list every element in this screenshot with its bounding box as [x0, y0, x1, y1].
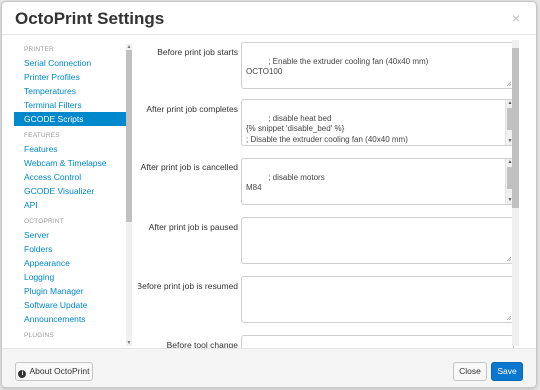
sidebar-item-server[interactable]: Server [14, 228, 132, 242]
script-label: After print job is paused [148, 222, 238, 232]
script-label: Before tool change [166, 340, 238, 348]
scroll-down-arrow-icon[interactable]: ▼ [126, 340, 132, 346]
sidebar-item-api[interactable]: API [14, 198, 132, 212]
script-text: ; disable heat bed {% snippet 'disable_b… [246, 113, 408, 144]
sidebar-item-access-control[interactable]: Access Control [14, 170, 132, 184]
dialog-body: PRINTER Serial Connection Printer Profil… [2, 36, 536, 348]
script-label: After print job completes [146, 104, 238, 114]
content-scrollbar[interactable] [512, 40, 519, 346]
nav-header-octoprint: OCTOPRINT [24, 218, 64, 225]
sidebar-item-software-update[interactable]: Software Update [14, 298, 132, 312]
sidebar-item-serial-connection[interactable]: Serial Connection [14, 56, 132, 70]
sidebar-scroll-thumb[interactable] [126, 50, 132, 222]
nav-header-features: FEATURES [24, 132, 60, 139]
dialog-title: OctoPrint Settings [15, 9, 165, 28]
sidebar-item-announcements[interactable]: Announcements [14, 312, 132, 326]
script-textarea-after-print-cancelled[interactable]: ; disable motors M84 ;disable all heater… [241, 158, 514, 205]
sidebar-item-printer-profiles[interactable]: Printer Profiles [14, 70, 132, 84]
save-button[interactable]: Save [491, 362, 523, 381]
dialog-footer: i About OctoPrint Close Save [2, 348, 536, 387]
about-label: About OctoPrint [29, 366, 90, 376]
script-textarea-before-print-starts[interactable]: ; Enable the extruder cooling fan (40x40… [241, 42, 514, 89]
sidebar-item-appearance[interactable]: Appearance [14, 256, 132, 270]
script-textarea-before-tool-change[interactable] [241, 335, 514, 348]
scripts-panel: Before print job starts ; Enable the ext… [138, 36, 532, 348]
info-circle-icon: i [18, 370, 27, 378]
script-label: After print job is cancelled [140, 162, 238, 172]
script-label: Before print job starts [157, 47, 238, 57]
close-button[interactable]: Close [453, 362, 487, 381]
sidebar-item-temperatures[interactable]: Temperatures [14, 84, 132, 98]
sidebar-item-terminal-filters[interactable]: Terminal Filters [14, 98, 132, 112]
sidebar-item-features[interactable]: Features [14, 142, 132, 156]
content-scroll-thumb[interactable] [512, 48, 519, 208]
close-icon[interactable]: × [512, 10, 520, 26]
sidebar-item-logging[interactable]: Logging [14, 270, 132, 284]
settings-sidebar: PRINTER Serial Connection Printer Profil… [14, 40, 132, 346]
nav-header-printer: PRINTER [24, 46, 54, 53]
nav-header-plugins: PLUGINS [24, 332, 54, 339]
sidebar-item-gcode-scripts[interactable]: GCODE Scripts [14, 112, 132, 126]
sidebar-item-webcam-timelapse[interactable]: Webcam & Timelapse [14, 156, 132, 170]
script-textarea-before-print-resumed[interactable] [241, 276, 514, 323]
script-text: ; disable motors M84 ;disable all heater… [246, 172, 325, 193]
sidebar-item-gcode-visualizer[interactable]: GCODE Visualizer [14, 184, 132, 198]
script-textarea-after-print-completes[interactable]: ; disable heat bed {% snippet 'disable_b… [241, 99, 514, 146]
about-octoprint-button[interactable]: i About OctoPrint [15, 362, 93, 381]
sidebar-scrollbar[interactable]: ▲ ▼ [126, 44, 132, 346]
settings-dialog: OctoPrint Settings × PRINTER Serial Conn… [1, 1, 537, 388]
sidebar-item-plugin-manager[interactable]: Plugin Manager [14, 284, 132, 298]
script-textarea-after-print-paused[interactable] [241, 217, 514, 264]
script-text: ; Enable the extruder cooling fan (40x40… [246, 56, 429, 77]
dialog-header: OctoPrint Settings × [2, 2, 536, 35]
script-label: Before print job is resumed [138, 281, 238, 291]
sidebar-item-folders[interactable]: Folders [14, 242, 132, 256]
